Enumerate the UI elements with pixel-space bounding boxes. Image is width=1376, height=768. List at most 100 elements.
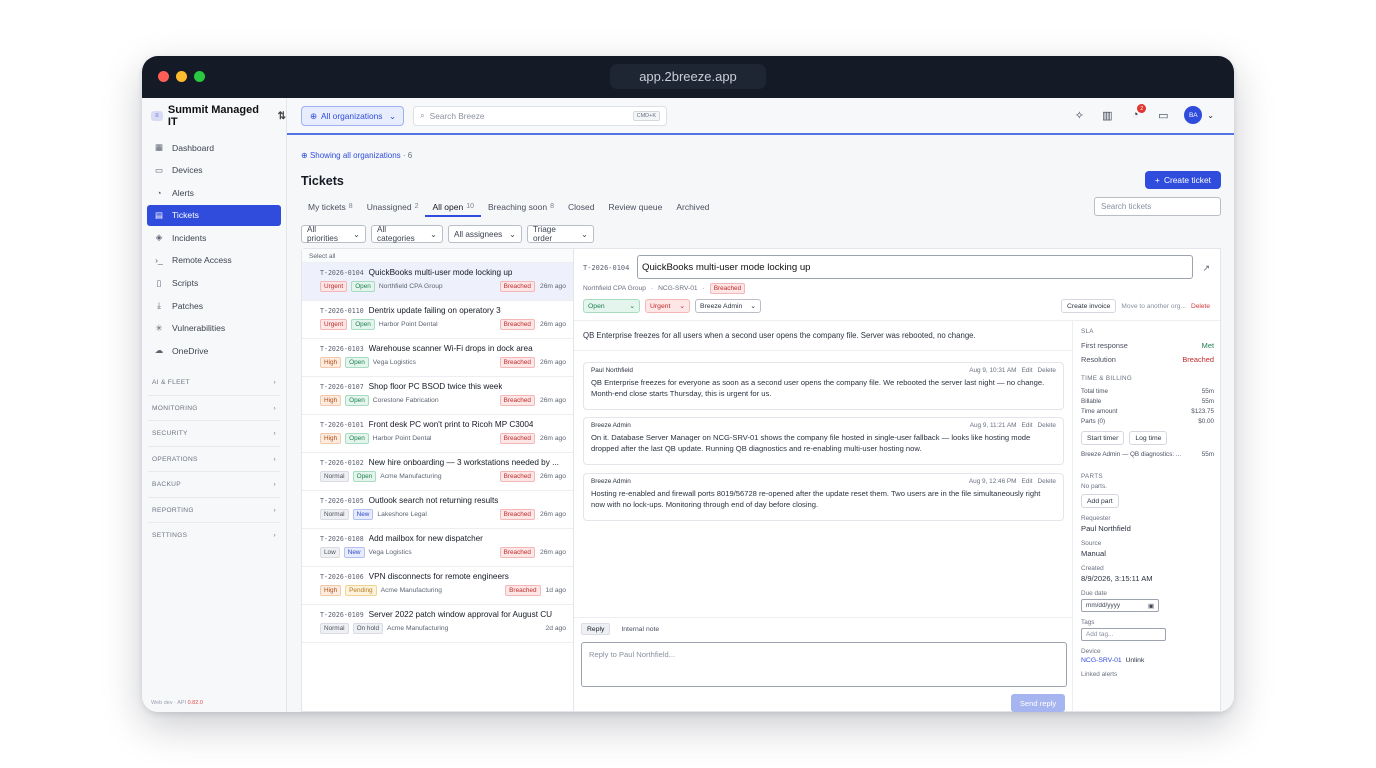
ticket-org: Acme Manufacturing	[387, 625, 449, 632]
ticket-row[interactable]: T-2026-0108 Add mailbox for new dispatch…	[302, 529, 573, 567]
priority-select[interactable]: Urgent ⌄	[645, 299, 690, 313]
tab-my-tickets[interactable]: My tickets 8	[301, 195, 360, 217]
sidebar-item-tickets[interactable]: ▤ Tickets	[147, 204, 281, 226]
book-icon[interactable]: ▥	[1100, 108, 1114, 122]
tab-all-open[interactable]: All open 10	[425, 195, 481, 217]
add-part-button[interactable]: Add part	[1081, 494, 1119, 508]
ticket-row[interactable]: T-2026-0107 Shop floor PC BSOD twice thi…	[302, 377, 573, 415]
kv-label: First response	[1081, 341, 1128, 350]
section-operations[interactable]: OPERATIONS ›	[148, 445, 280, 472]
reply-textarea[interactable]: Reply to Paul Northfield...	[581, 642, 1067, 687]
ticket-row[interactable]: T-2026-0104 QuickBooks multi-user mode l…	[302, 263, 573, 301]
sidebar-item-onedrive[interactable]: ☁ OneDrive	[147, 340, 281, 361]
due-date-input[interactable]: mm/dd/yyyy ▣	[1081, 599, 1159, 612]
sort-order-select[interactable]: Triage order ⌄	[527, 225, 594, 243]
assignee-select[interactable]: Breeze Admin ⌄	[695, 299, 761, 313]
sidebar-item-dashboard[interactable]: ▦ Dashboard	[147, 137, 281, 158]
url-bar[interactable]: app.2breeze.app	[610, 64, 766, 89]
message-body: QB Enterprise freezes for everyone as so…	[591, 378, 1045, 398]
close-window-button[interactable]	[158, 71, 169, 82]
ticket-row-top: T-2026-0103 Warehouse scanner Wi-Fi drop…	[320, 344, 566, 353]
ticket-row[interactable]: T-2026-0106 VPN disconnects for remote e…	[302, 567, 573, 605]
title-bar: app.2breeze.app	[142, 56, 1234, 98]
ticket-row[interactable]: T-2026-0102 New hire onboarding — 3 work…	[302, 453, 573, 491]
assignee-filter[interactable]: All assignees ⌄	[448, 225, 522, 243]
chevron-down-icon: ⌄	[430, 230, 437, 239]
delete-message-link[interactable]: Delete	[1038, 478, 1056, 485]
ticket-row[interactable]: T-2026-0110 Dentrix update failing on op…	[302, 301, 573, 339]
ticket-row[interactable]: T-2026-0101 Front desk PC won't print to…	[302, 415, 573, 453]
section-ai-fleet[interactable]: AI & FLEET ›	[148, 369, 280, 395]
sidebar-item-vulnerabilities[interactable]: ✳ Vulnerabilities	[147, 318, 281, 339]
ticket-sidebar: SLA First response Met Resolution Breached…	[1074, 321, 1220, 711]
section-label: OPERATIONS	[152, 455, 198, 463]
ticket-id: T-2026-0101	[320, 420, 364, 429]
external-link-icon[interactable]: ↗	[1202, 263, 1210, 274]
tab-review-queue[interactable]: Review queue	[601, 195, 669, 217]
user-menu[interactable]: BA ⌄	[1184, 106, 1214, 124]
message-time: Aug 9, 12:46 PM	[968, 478, 1017, 485]
section-monitoring[interactable]: MONITORING ›	[148, 394, 280, 421]
detail-header: T-2026-0104 QuickBooks multi-user mode l…	[574, 249, 1220, 321]
delete-message-link[interactable]: Delete	[1038, 367, 1056, 374]
edit-message-link[interactable]: Edit	[1022, 422, 1033, 429]
chevron-right-icon: ›	[273, 378, 276, 386]
status-select[interactable]: Open ⌄	[583, 299, 640, 313]
section-backup[interactable]: BACKUP ›	[148, 471, 280, 497]
sidebar-item-patches[interactable]: ⤓ Patches	[147, 295, 281, 316]
sidebar-item-incidents[interactable]: ◈ Incidents	[147, 227, 281, 248]
ticket-row[interactable]: T-2026-0103 Warehouse scanner Wi-Fi drop…	[302, 339, 573, 377]
ticket-id: T-2026-0102	[320, 458, 364, 467]
ticket-search-input[interactable]: Search tickets	[1094, 197, 1221, 216]
org-picker[interactable]: ⊕ All organizations ⌄	[301, 105, 404, 126]
scope-indicator[interactable]: ⊕ Showing all organizations · 6	[301, 151, 412, 160]
ticket-org: Harbor Point Dental	[372, 435, 432, 442]
device-link[interactable]: NCG-SRV-01	[1081, 657, 1122, 664]
create-invoice-button[interactable]: Create invoice	[1060, 299, 1117, 313]
send-reply-button[interactable]: Send reply	[1011, 694, 1065, 712]
tags-input[interactable]: Add tag...	[1081, 628, 1166, 641]
ticket-row[interactable]: T-2026-0109 Server 2022 patch window app…	[302, 605, 573, 643]
ticket-org[interactable]: Northfield CPA Group	[583, 285, 646, 292]
tab-unassigned[interactable]: Unassigned 2	[360, 195, 426, 217]
move-org-link[interactable]: Move to another org...	[1121, 303, 1186, 310]
start-timer-button[interactable]: Start timer	[1081, 431, 1125, 445]
sidebar-item-remote-access[interactable]: ›_ Remote Access	[147, 250, 281, 271]
bell-icon[interactable]: ◔ 2	[1128, 104, 1147, 122]
version-info: Web dev · API 0.82.0	[151, 700, 203, 706]
tab-archived[interactable]: Archived	[669, 195, 716, 217]
tab-reply[interactable]: Reply	[581, 623, 611, 635]
tab-breaching-soon[interactable]: Breaching soon 8	[481, 195, 561, 217]
delete-ticket-link[interactable]: Delete	[1191, 303, 1210, 310]
sidebar-item-scripts[interactable]: ▯ Scripts	[147, 273, 281, 294]
org-switcher[interactable]: ≡ Summit Managed IT ⇅	[142, 98, 286, 134]
ticket-row[interactable]: T-2026-0105 Outlook search not returning…	[302, 491, 573, 529]
source-value: Manual	[1081, 549, 1106, 558]
delete-message-link[interactable]: Delete	[1038, 422, 1056, 429]
category-filter[interactable]: All categories ⌄	[371, 225, 443, 243]
ticket-device[interactable]: NCG-SRV-01	[658, 285, 697, 292]
monitor-icon[interactable]: ▭	[1156, 108, 1170, 122]
priority-filter[interactable]: All priorities ⌄	[301, 225, 366, 243]
tab-closed[interactable]: Closed	[561, 195, 601, 217]
section-label: SECURITY	[152, 430, 188, 438]
section-reporting[interactable]: REPORTING ›	[148, 496, 280, 523]
unlink-device-link[interactable]: Unlink	[1125, 657, 1144, 664]
ticket-controls: Open ⌄ Urgent ⌄ Breeze Admin ⌄	[583, 299, 761, 313]
globe-icon: ⊕	[310, 110, 318, 121]
log-time-button[interactable]: Log time	[1129, 431, 1168, 445]
ticket-title-input[interactable]: QuickBooks multi-user mode locking up	[637, 255, 1193, 279]
tab-internal-note[interactable]: Internal note	[616, 623, 664, 635]
section-settings[interactable]: SETTINGS ›	[148, 522, 280, 548]
select-all-checkbox[interactable]: Select all	[302, 249, 573, 263]
create-ticket-button[interactable]: + Create ticket	[1145, 171, 1221, 189]
edit-message-link[interactable]: Edit	[1022, 478, 1033, 485]
section-security[interactable]: SECURITY ›	[148, 420, 280, 446]
sidebar-item-devices[interactable]: ▭ Devices	[147, 160, 281, 181]
minimize-window-button[interactable]	[176, 71, 187, 82]
sidebar-item-alerts[interactable]: ◔ Alerts	[147, 182, 281, 203]
sparkle-icon[interactable]: ✧	[1072, 108, 1086, 122]
maximize-window-button[interactable]	[194, 71, 205, 82]
global-search-input[interactable]: ⌕ Search Breeze CMD+K	[413, 105, 667, 126]
edit-message-link[interactable]: Edit	[1022, 367, 1033, 374]
